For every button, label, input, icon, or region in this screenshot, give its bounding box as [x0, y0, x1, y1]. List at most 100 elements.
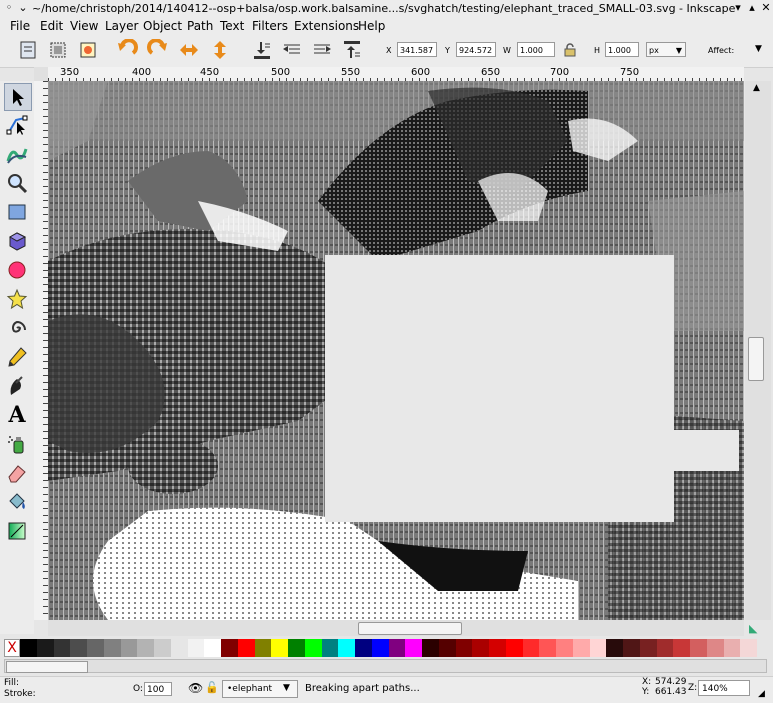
color-swatch[interactable]: [103, 639, 121, 657]
color-swatch[interactable]: [606, 639, 624, 657]
rotate-ccw-icon[interactable]: [115, 38, 139, 62]
color-swatch[interactable]: [271, 639, 289, 657]
overflow-arrow-icon[interactable]: ▼: [755, 44, 762, 54]
y-field[interactable]: 924.572: [456, 42, 496, 57]
color-swatch[interactable]: [321, 639, 339, 657]
color-swatch[interactable]: [472, 639, 490, 657]
color-swatch[interactable]: [489, 639, 506, 657]
color-swatch[interactable]: [706, 639, 724, 657]
scroll-up-icon[interactable]: ▲: [753, 83, 760, 93]
menu-help[interactable]: Help: [358, 19, 385, 33]
drawing-canvas[interactable]: [48, 81, 744, 620]
menu-file[interactable]: File: [10, 19, 30, 33]
color-swatch[interactable]: [572, 639, 590, 657]
gradient-icon[interactable]: [4, 518, 30, 544]
color-swatch[interactable]: [388, 639, 406, 657]
select-all-layers-icon[interactable]: [46, 38, 70, 62]
lock-icon[interactable]: [562, 42, 578, 58]
color-swatch[interactable]: [154, 639, 171, 657]
color-swatch[interactable]: [288, 639, 305, 657]
color-swatch[interactable]: [740, 639, 758, 657]
tweak-icon[interactable]: [4, 141, 30, 167]
ellipse-icon[interactable]: [4, 257, 30, 283]
selector-icon[interactable]: [4, 83, 32, 111]
w-field[interactable]: 1.000: [517, 42, 555, 57]
color-swatch[interactable]: [36, 639, 54, 657]
color-swatch[interactable]: [438, 639, 456, 657]
color-swatch[interactable]: [539, 639, 557, 657]
zoom-icon[interactable]: [4, 170, 30, 196]
lower-icon[interactable]: [280, 38, 304, 62]
vertical-scrollbar[interactable]: ▲: [745, 81, 771, 620]
color-swatch[interactable]: [723, 639, 741, 657]
minimize-icon[interactable]: ▾: [731, 2, 745, 14]
calligraphy-icon[interactable]: [4, 373, 30, 399]
cms-toggle-icon[interactable]: ◣: [749, 622, 757, 635]
opacity-field[interactable]: 100: [144, 682, 172, 696]
color-swatch[interactable]: [522, 639, 540, 657]
deselect-icon[interactable]: [76, 38, 100, 62]
h-field[interactable]: 1.000: [605, 42, 639, 57]
color-swatch[interactable]: [254, 639, 272, 657]
lower-to-bottom-icon[interactable]: [250, 38, 274, 62]
color-swatch[interactable]: [70, 639, 88, 657]
color-swatch[interactable]: [237, 639, 255, 657]
horizontal-scrollbar[interactable]: [48, 620, 744, 636]
menu-path[interactable]: Path: [187, 19, 213, 33]
color-swatch[interactable]: [187, 639, 205, 657]
unit-select[interactable]: px ▼: [646, 42, 686, 57]
raise-to-top-icon[interactable]: [340, 38, 364, 62]
color-swatch[interactable]: [120, 639, 138, 657]
color-swatch[interactable]: [371, 639, 389, 657]
hide-layer-icon[interactable]: 👁: [188, 681, 203, 695]
color-swatch[interactable]: [304, 639, 322, 657]
close-icon[interactable]: ✕: [759, 2, 773, 14]
color-swatch[interactable]: [422, 639, 439, 657]
zoom-field[interactable]: 140%: [698, 680, 750, 696]
color-swatch[interactable]: [455, 639, 473, 657]
color-swatch[interactable]: [221, 639, 238, 657]
vertical-scroll-thumb[interactable]: [748, 337, 764, 381]
color-swatch[interactable]: [338, 639, 356, 657]
spray-icon[interactable]: [4, 431, 30, 457]
color-swatch[interactable]: [20, 639, 37, 657]
color-swatch[interactable]: [673, 639, 691, 657]
rotate-cw-icon[interactable]: [146, 38, 170, 62]
color-swatch[interactable]: [639, 639, 657, 657]
color-swatch[interactable]: [623, 639, 640, 657]
resize-grip-icon[interactable]: ◢: [758, 689, 765, 699]
rectangle-icon[interactable]: [4, 199, 30, 225]
text-icon[interactable]: A: [4, 402, 30, 428]
color-swatch[interactable]: [589, 639, 607, 657]
node-icon[interactable]: [4, 112, 30, 138]
x-field[interactable]: 341.587: [397, 42, 437, 57]
color-swatch[interactable]: [405, 639, 423, 657]
color-swatch[interactable]: [170, 639, 188, 657]
color-swatch[interactable]: [53, 639, 71, 657]
pin-icon[interactable]: ⌄: [16, 2, 30, 14]
3dbox-icon[interactable]: [4, 228, 30, 254]
layer-select[interactable]: •elephant ▼: [222, 680, 298, 698]
color-swatch[interactable]: [690, 639, 707, 657]
menu-extensions[interactable]: Extensions: [294, 19, 359, 33]
color-swatch[interactable]: [505, 639, 523, 657]
menu-layer[interactable]: Layer: [105, 19, 138, 33]
menu-text[interactable]: Text: [220, 19, 244, 33]
eraser-icon[interactable]: [4, 460, 30, 486]
paint-bucket-icon[interactable]: [4, 489, 30, 515]
flip-vertical-icon[interactable]: [208, 38, 232, 62]
palette-scrollbar[interactable]: [4, 659, 767, 673]
maximize-icon[interactable]: ▴: [745, 2, 759, 14]
pencil-icon[interactable]: [4, 344, 30, 370]
raise-icon[interactable]: [310, 38, 334, 62]
menu-filters[interactable]: Filters: [252, 19, 288, 33]
color-swatch[interactable]: [656, 639, 674, 657]
lock-layer-icon[interactable]: 🔓: [205, 681, 219, 694]
spiral-icon[interactable]: [4, 315, 30, 341]
color-swatch[interactable]: [87, 639, 104, 657]
color-swatch[interactable]: [355, 639, 372, 657]
menu-edit[interactable]: Edit: [40, 19, 63, 33]
menu-view[interactable]: View: [70, 19, 98, 33]
window-menu-icon[interactable]: ◦: [2, 2, 16, 14]
color-swatch[interactable]: [556, 639, 573, 657]
